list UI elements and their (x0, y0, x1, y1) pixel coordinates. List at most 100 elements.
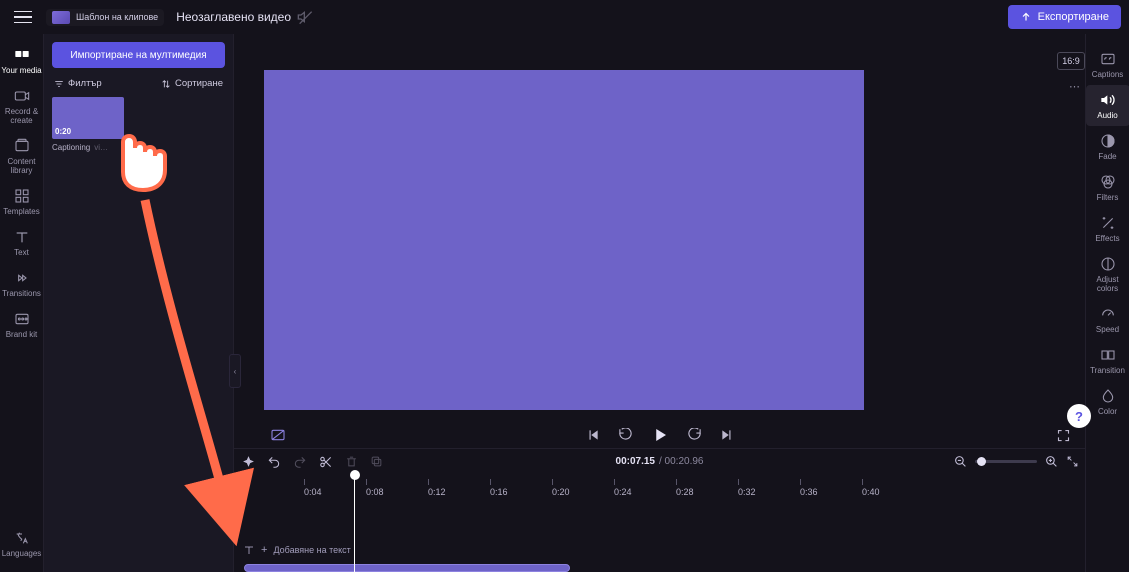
undo-button[interactable] (267, 455, 281, 469)
preview-more-button[interactable]: ⋯ (1069, 80, 1081, 93)
project-badge[interactable]: Шаблон на клипове (46, 9, 164, 26)
aspect-ratio-selector[interactable]: 16:9 (1057, 52, 1085, 70)
rail-languages[interactable]: Languages (0, 523, 44, 564)
adjust-colors-icon (1099, 255, 1117, 273)
add-text-track[interactable]: + Добавяне на текст (242, 542, 1085, 558)
timeline-toolbar: 00:07.15 / 00:20.96 (234, 448, 1085, 474)
captions-icon (1099, 50, 1117, 68)
media-thumb-duration: 0:20 (55, 127, 71, 136)
import-media-button[interactable]: Импортиране на мултимедия (52, 42, 225, 68)
fit-button[interactable] (1066, 455, 1079, 468)
playhead[interactable] (354, 476, 355, 572)
project-name: Шаблон на клипове (76, 12, 158, 22)
play-button[interactable] (651, 426, 669, 444)
rail-transition[interactable]: Transition (1086, 340, 1129, 381)
audio-icon (1099, 91, 1117, 109)
rail-audio[interactable]: Audio (1086, 85, 1129, 126)
duplicate-button[interactable] (370, 455, 383, 468)
rail-record-create[interactable]: Record & create (0, 81, 44, 131)
rail-text[interactable]: Text (0, 222, 44, 263)
filter-button[interactable]: Филтър (54, 78, 102, 89)
ruler-tick: 0:32 (738, 479, 756, 497)
ruler-tick: 0:28 (676, 479, 694, 497)
zoom-controls (954, 455, 1079, 468)
rail-transitions[interactable]: Transitions (0, 263, 44, 304)
ruler-tick: 0:16 (490, 479, 508, 497)
rail-captions[interactable]: Captions (1086, 44, 1129, 85)
no-sound-icon (297, 9, 313, 25)
playback-controls (234, 420, 1085, 450)
redo-button[interactable] (293, 455, 307, 469)
media-thumb-labels: Captioning vi… (52, 143, 124, 152)
templates-icon (13, 187, 31, 205)
video-clip[interactable] (244, 564, 570, 572)
languages-icon (13, 529, 31, 547)
speed-icon (1099, 305, 1117, 323)
record-icon (13, 87, 31, 105)
color-icon (1099, 387, 1117, 405)
video-canvas[interactable] (264, 70, 864, 410)
ruler-tick: 0:04 (304, 479, 322, 497)
effects-icon (1099, 214, 1117, 232)
add-text-label: Добавяне на текст (273, 545, 350, 555)
brand-kit-icon (13, 310, 31, 328)
rail-speed[interactable]: Speed (1086, 299, 1129, 340)
library-icon (13, 137, 31, 155)
media-icon (13, 46, 31, 64)
fade-icon (1099, 132, 1117, 150)
delete-button[interactable] (345, 455, 358, 468)
transition-icon (1099, 346, 1117, 364)
media-thumb-captioning[interactable]: 0:20 Captioning vi… (52, 97, 124, 152)
ruler-tick: 0:20 (552, 479, 570, 497)
timeline[interactable]: + Добавяне на текст (234, 496, 1085, 572)
preview-area: 16:9 ⋯ ? (234, 34, 1085, 448)
fullscreen-button[interactable] (1056, 428, 1071, 443)
timeline-ruler[interactable]: 0 0:04 0:08 0:12 0:16 0:20 0:24 0:28 0:32 0:36 0:4… (234, 474, 1085, 496)
plus-icon: + (261, 544, 267, 556)
rail-effects[interactable]: Effects (1086, 208, 1129, 249)
ruler-tick: 0:08 (366, 479, 384, 497)
text-icon (13, 228, 31, 246)
zoom-in-button[interactable] (1045, 455, 1058, 468)
step-back-button[interactable] (618, 428, 633, 443)
skip-end-button[interactable] (720, 428, 734, 442)
ruler-tick: 0 (242, 479, 247, 497)
right-rail: Captions Audio Fade Filters Effects Adju… (1085, 34, 1129, 572)
rail-fade[interactable]: Fade (1086, 126, 1129, 167)
transitions-icon (13, 269, 31, 287)
time-current: 00:07.15 (616, 456, 655, 467)
split-button[interactable] (319, 455, 333, 469)
rail-templates[interactable]: Templates (0, 181, 44, 222)
ruler-tick: 0:40 (862, 479, 880, 497)
rail-brand-kit[interactable]: Brand kit (0, 304, 44, 345)
project-icon (52, 11, 70, 24)
export-label: Експортиране (1038, 11, 1109, 23)
media-panel: Импортиране на мултимедия Филтър Сортира… (44, 34, 234, 572)
filters-icon (1099, 173, 1117, 191)
ruler-tick: 0:12 (428, 479, 446, 497)
skip-start-button[interactable] (586, 428, 600, 442)
topbar: Шаблон на клипове Неозаглавено видео Екс… (0, 0, 1129, 34)
rail-filters[interactable]: Filters (1086, 167, 1129, 208)
menu-button[interactable] (8, 2, 38, 32)
left-rail: Your media Record & create Content libra… (0, 34, 44, 572)
media-thumb-preview: 0:20 (52, 97, 124, 139)
step-forward-button[interactable] (687, 428, 702, 443)
rail-adjust-colors[interactable]: Adjust colors (1086, 249, 1129, 299)
help-button[interactable]: ? (1067, 404, 1091, 428)
video-title[interactable]: Неозаглавено видео (176, 10, 291, 24)
collapse-panel-button[interactable]: ‹ (229, 354, 241, 388)
rail-color[interactable]: Color (1086, 381, 1129, 422)
export-button[interactable]: Експортиране (1008, 5, 1121, 29)
time-total: / 00:20.96 (659, 456, 704, 467)
rail-content-library[interactable]: Content library (0, 131, 44, 181)
rail-your-media[interactable]: Your media (0, 40, 44, 81)
ruler-tick: 0:36 (800, 479, 818, 497)
zoom-slider[interactable] (975, 460, 1037, 463)
zoom-out-button[interactable] (954, 455, 967, 468)
media-filters: Филтър Сортиране (54, 78, 223, 89)
sort-button[interactable]: Сортиране (161, 78, 223, 89)
magic-button[interactable] (242, 455, 255, 468)
ruler-tick: 0:24 (614, 479, 632, 497)
safe-zones-toggle[interactable] (270, 427, 286, 443)
